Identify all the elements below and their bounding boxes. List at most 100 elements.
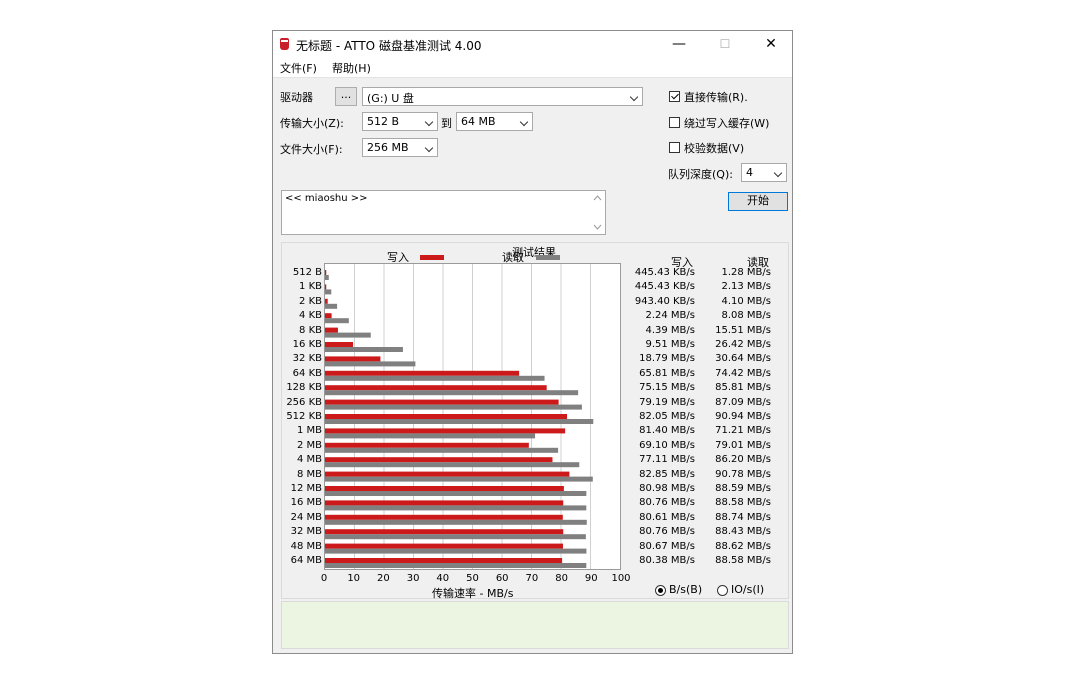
write-value: 65.81 MB/s <box>639 367 695 379</box>
transfer-to-label: 到 <box>441 117 452 130</box>
write-value: 80.38 MB/s <box>639 555 695 566</box>
chevron-down-icon <box>424 143 434 153</box>
file-size-label: 文件大小(F): <box>280 143 343 156</box>
size-label: 32 KB <box>292 353 322 365</box>
write-value: 943.40 KB/s <box>634 295 695 307</box>
read-bar <box>325 519 587 525</box>
read-value: 88.62 MB/s <box>715 540 771 552</box>
direct-io-checkbox[interactable] <box>669 91 680 102</box>
verify-label[interactable]: 校验数据(V) <box>684 140 744 156</box>
status-area <box>281 601 789 649</box>
read-bar <box>325 303 338 309</box>
chevron-down-icon <box>519 117 529 127</box>
drive-label: 驱动器 <box>280 91 313 104</box>
write-value: 69.10 MB/s <box>639 439 695 451</box>
write-bar <box>325 514 563 520</box>
drive-select[interactable]: (G:) U 盘 <box>362 87 643 106</box>
write-bar <box>325 399 559 405</box>
file-size-select[interactable]: 256 MB <box>362 138 438 157</box>
x-tick-label: 70 <box>525 573 539 584</box>
write-value: 18.79 MB/s <box>639 353 695 365</box>
x-tick-label: 20 <box>377 573 390 584</box>
x-tick-label: 30 <box>406 573 420 584</box>
bar-chart-svg <box>325 264 594 569</box>
transfer-from-select[interactable]: 512 B <box>362 112 438 131</box>
read-value: 15.51 MB/s <box>715 324 771 336</box>
size-label: 256 KB <box>286 396 322 408</box>
write-bar <box>325 529 564 535</box>
read-bar <box>325 462 580 468</box>
size-label: 64 MB <box>290 555 322 566</box>
write-bar <box>325 327 338 333</box>
write-value: 80.67 MB/s <box>639 540 695 552</box>
transfer-to-select[interactable]: 64 MB <box>456 112 533 131</box>
write-value: 2.24 MB/s <box>645 310 695 322</box>
x-tick-label: 50 <box>466 573 479 584</box>
close-button[interactable]: ✕ <box>748 31 794 58</box>
start-button[interactable]: 开始 <box>728 192 788 211</box>
read-value: 71.21 MB/s <box>715 425 771 437</box>
x-tick-label: 100 <box>611 573 631 584</box>
menu-file[interactable]: 文件(F) <box>280 60 317 76</box>
read-value: 88.58 MB/s <box>715 555 771 566</box>
chevron-down-icon <box>629 92 639 102</box>
direct-io-label[interactable]: 直接传输(R). <box>684 89 748 105</box>
description-text: << miaoshu >> <box>285 193 368 204</box>
write-value: 9.51 MB/s <box>645 339 695 350</box>
file-size-value: 256 MB <box>367 141 409 154</box>
size-label: 16 MB <box>290 497 322 509</box>
size-label: 128 KB <box>286 382 322 394</box>
io-per-second-radio[interactable] <box>717 585 728 596</box>
write-value: 82.85 MB/s <box>639 468 695 480</box>
queue-depth-select[interactable]: 4 <box>741 163 787 182</box>
bypass-cache-label[interactable]: 绕过写入缓存(W) <box>684 115 769 131</box>
menu-bar: 文件(F) 帮助(H) <box>273 58 792 78</box>
bytes-per-second-label[interactable]: B/s(B) <box>669 583 702 596</box>
write-value: 80.76 MB/s <box>639 526 695 538</box>
chevron-down-icon <box>773 168 783 178</box>
write-bar <box>325 486 564 491</box>
bytes-per-second-radio[interactable] <box>655 585 666 596</box>
menu-help[interactable]: 帮助(H) <box>332 60 371 76</box>
size-label: 32 MB <box>290 526 322 538</box>
read-value: 85.81 MB/s <box>715 382 771 394</box>
read-value: 88.74 MB/s <box>715 511 771 523</box>
write-value: 445.43 KB/s <box>634 281 695 293</box>
io-per-second-label[interactable]: IO/s(I) <box>731 583 764 596</box>
x-tick-label: 80 <box>555 573 568 584</box>
read-value: 30.64 MB/s <box>715 353 771 365</box>
size-label: 4 MB <box>296 454 322 466</box>
write-bar <box>325 342 354 347</box>
read-value: 88.59 MB/s <box>715 483 771 494</box>
x-tick-label: 0 <box>320 573 328 584</box>
verify-checkbox[interactable] <box>669 142 680 153</box>
title-bar[interactable]: 无标题 - ATTO 磁盘基准测试 4.00 — ☐ ✕ <box>273 31 792 58</box>
x-tick-label: 10 <box>347 573 361 584</box>
write-value: 80.61 MB/s <box>639 511 695 523</box>
browse-button[interactable]: ... <box>335 87 357 106</box>
size-label: 48 MB <box>290 540 322 552</box>
write-value: 4.39 MB/s <box>645 324 695 336</box>
transfer-from-value: 512 B <box>367 115 400 128</box>
x-tick-label: 40 <box>436 573 450 584</box>
bypass-cache-checkbox[interactable] <box>669 117 680 128</box>
write-bar <box>325 370 520 376</box>
maximize-button[interactable]: ☐ <box>702 31 748 58</box>
read-value: 8.08 MB/s <box>721 310 771 322</box>
write-bar <box>325 313 332 319</box>
textarea-scrollbar[interactable] <box>590 191 605 234</box>
write-value: 82.05 MB/s <box>639 411 695 422</box>
minimize-button[interactable]: — <box>656 31 702 58</box>
description-textarea[interactable]: << miaoshu >> <box>281 190 606 235</box>
read-bar <box>325 318 349 324</box>
transfer-to-value: 64 MB <box>461 115 496 128</box>
read-bar <box>325 361 416 367</box>
read-bar <box>325 332 371 338</box>
size-label: 512 KB <box>286 411 322 422</box>
read-bar <box>325 419 594 424</box>
write-bar <box>325 284 327 290</box>
scroll-up-icon <box>593 195 602 201</box>
legend-write-swatch <box>420 255 444 260</box>
write-bar <box>325 356 381 362</box>
read-bar <box>325 289 332 295</box>
